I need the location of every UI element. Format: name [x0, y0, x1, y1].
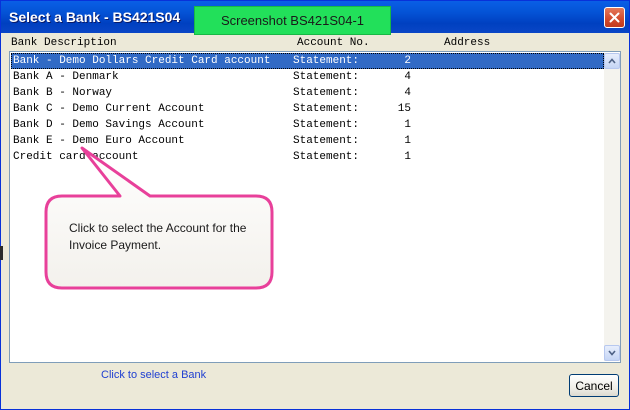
select-bank-link[interactable]: Click to select a Bank — [101, 369, 206, 381]
bank-list-row[interactable]: Credit card account Statement: 1 — [11, 149, 604, 165]
bank-description-cell: Bank C - Demo Current Account — [13, 103, 205, 115]
bank-description-cell: Bank E - Demo Euro Account — [13, 135, 185, 147]
bank-list-row[interactable]: Bank E - Demo Euro Account Statement: 1 — [11, 133, 604, 149]
close-icon — [609, 12, 620, 23]
bank-description-cell: Bank D - Demo Savings Account — [13, 119, 205, 131]
close-button[interactable] — [604, 7, 625, 28]
bank-list-row[interactable]: Bank B - Norway Statement: 4 — [11, 85, 604, 101]
column-header-account[interactable]: Account No. — [297, 37, 370, 49]
scroll-up-button[interactable] — [604, 53, 620, 69]
account-number-cell: 2 — [404, 55, 411, 67]
bank-list-row[interactable]: Bank A - Denmark Statement: 4 — [11, 69, 604, 85]
bank-list-rows: Bank - Demo Dollars Credit Card account S… — [11, 53, 604, 361]
scroll-down-button[interactable] — [604, 345, 620, 361]
account-number-cell: 4 — [404, 87, 411, 99]
window-title: Select a Bank - BS421S04 — [9, 9, 181, 25]
column-header-address[interactable]: Address — [444, 37, 490, 49]
bank-list[interactable]: Bank - Demo Dollars Credit Card account S… — [9, 51, 621, 363]
account-number-cell: 15 — [397, 103, 411, 115]
bank-list-row[interactable]: Bank D - Demo Savings Account Statement: 1 — [11, 117, 604, 133]
account-type-cell: Statement: — [293, 151, 360, 163]
bank-description-cell: Credit card account — [13, 151, 139, 163]
chevron-down-icon — [608, 350, 616, 356]
cancel-button[interactable]: Cancel — [569, 374, 619, 397]
account-number-cell: 1 — [404, 119, 411, 131]
select-bank-dialog: Select a Bank - BS421S04 Screenshot BS42… — [0, 0, 630, 410]
vertical-scrollbar[interactable] — [604, 53, 620, 361]
account-type-cell: Statement: — [293, 119, 360, 131]
chevron-up-icon — [608, 58, 616, 64]
bank-list-row[interactable]: Bank C - Demo Current Account Statement: 1… — [11, 101, 604, 117]
screenshot-badge: Screenshot BS421S04-1 — [194, 6, 391, 35]
list-header: Bank Description Account No. Address — [9, 37, 621, 51]
account-number-cell: 1 — [404, 151, 411, 163]
account-type-cell: Statement: — [293, 55, 360, 67]
account-number-cell: 4 — [404, 71, 411, 83]
bank-description-cell: Bank B - Norway — [13, 87, 113, 99]
callout-text: Click to select the Account for the Invo… — [69, 221, 247, 252]
bank-list-row[interactable]: Bank - Demo Dollars Credit Card account S… — [11, 53, 604, 69]
account-type-cell: Statement: — [293, 135, 360, 147]
bank-description-cell: Bank - Demo Dollars Credit Card account — [13, 55, 271, 67]
account-type-cell: Statement: — [293, 87, 360, 99]
account-type-cell: Statement: — [293, 103, 360, 115]
column-header-description[interactable]: Bank Description — [11, 37, 117, 49]
bank-description-cell: Bank A - Denmark — [13, 71, 119, 83]
account-number-cell: 1 — [404, 135, 411, 147]
account-type-cell: Statement: — [293, 71, 360, 83]
left-edge-marker — [0, 246, 3, 260]
